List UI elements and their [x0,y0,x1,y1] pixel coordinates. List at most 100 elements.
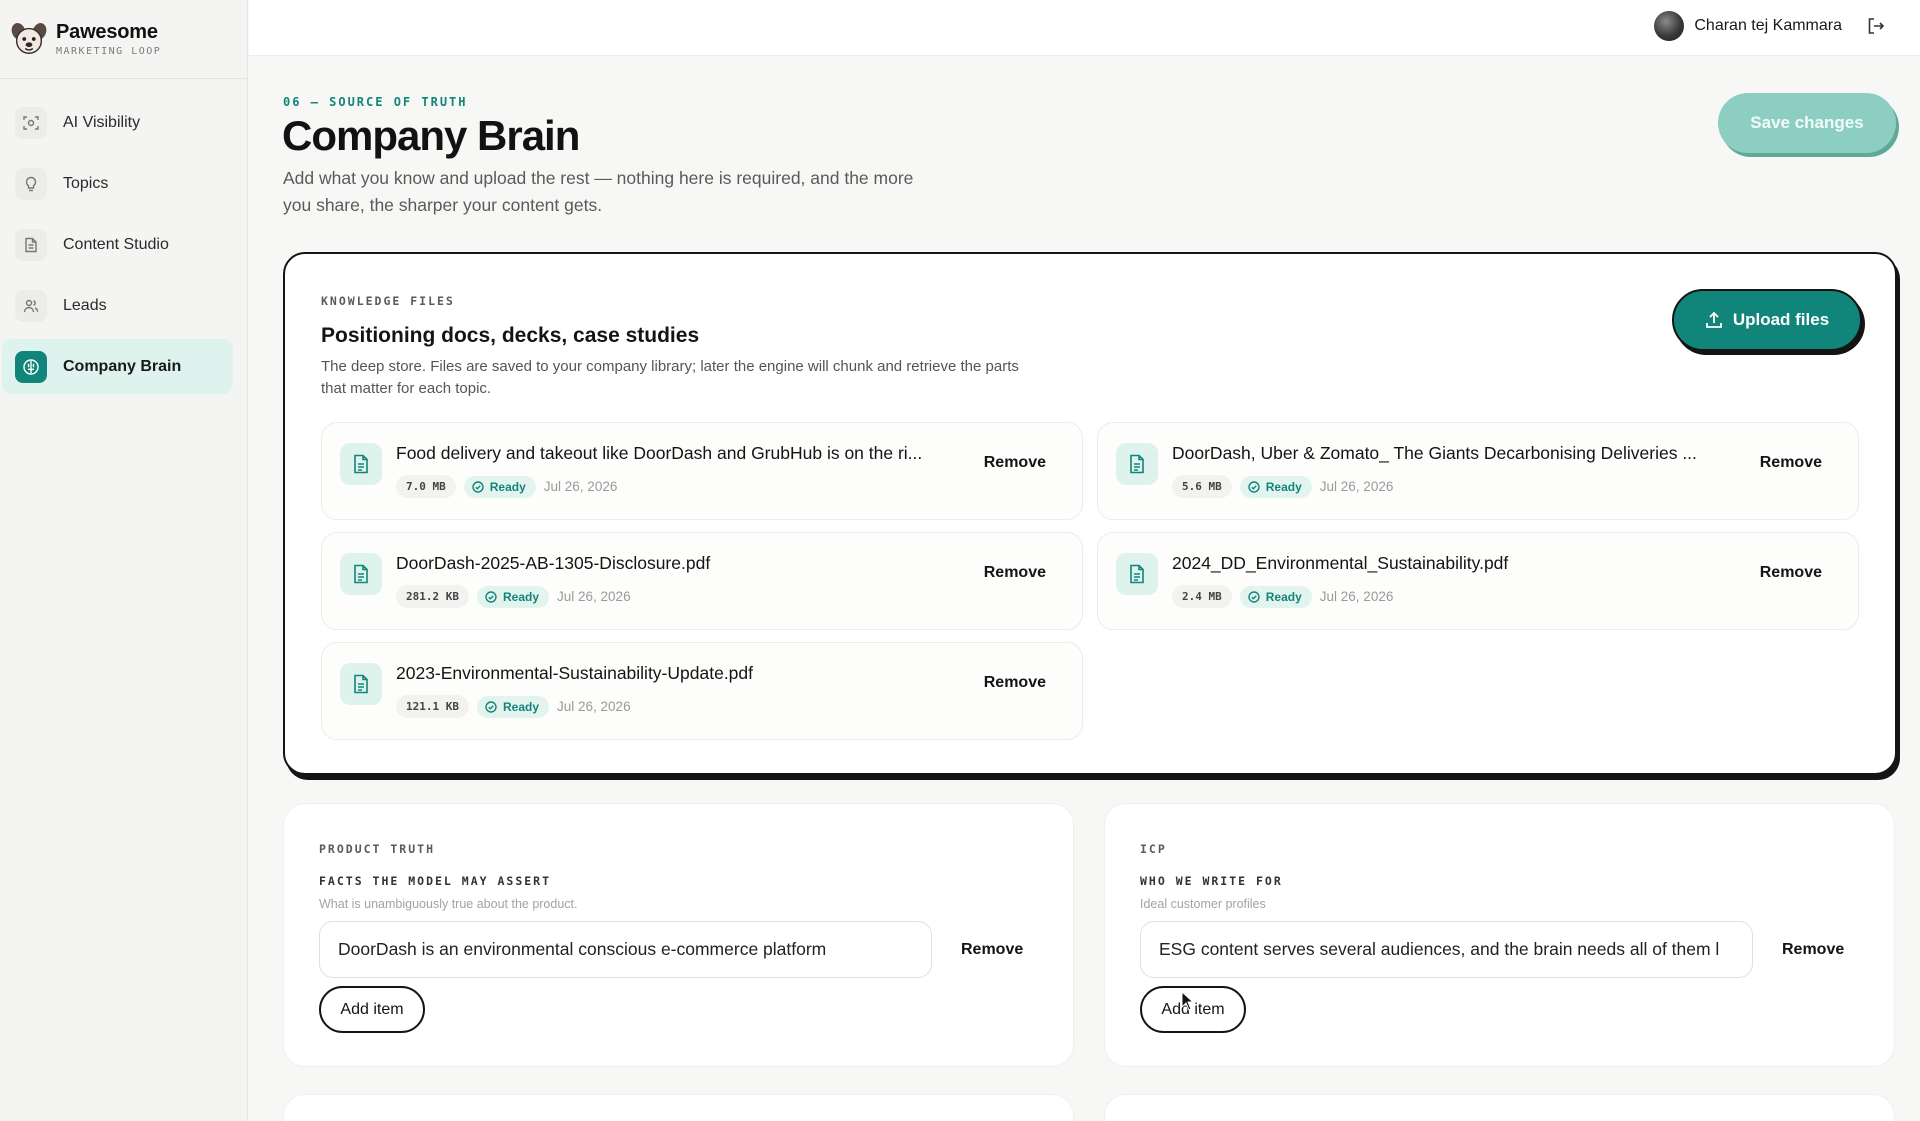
file-icon [340,553,382,595]
sidebar-item-label: Content Studio [63,235,169,253]
mouse-cursor-icon [1181,991,1195,1011]
remove-file-button[interactable]: Remove [984,674,1046,692]
brand-name: Pawesome [56,21,158,43]
page-eyebrow: 06 — SOURCE OF TRUTH [283,95,468,109]
file-size: 2.4 MB [1172,585,1232,608]
check-circle-icon [1248,590,1260,603]
section-eyebrow: PRODUCT TRUTH [319,842,436,856]
file-date: Jul 26, 2026 [557,589,631,604]
file-meta: 5.6 MB Ready Jul 26, 2026 [1172,475,1393,498]
file-meta: 2.4 MB Ready Jul 26, 2026 [1172,585,1393,608]
icp-input[interactable] [1140,921,1753,978]
product-truth-card: PRODUCT TRUTH FACTS THE MODEL MAY ASSERT… [283,803,1074,1067]
users-icon [15,289,47,322]
status-label: Ready [489,479,526,494]
file-item: 2023-Environmental-Sustainability-Update… [321,642,1083,740]
file-icon [1116,553,1158,595]
sidebar-item-topics[interactable]: Topics [2,156,233,211]
document-icon [15,228,47,261]
sidebar-nav: AI Visibility Topics Content Studio Lead… [0,79,247,394]
status-badge: Ready [1239,585,1312,608]
status-badge: Ready [1239,475,1312,498]
status-badge: Ready [476,695,550,718]
logout-icon[interactable] [1866,16,1886,36]
section-eyebrow: ICP [1140,842,1167,856]
page-description: Add what you know and upload the rest — … [283,168,914,215]
brand[interactable]: Pawesome MARKETING LOOP [0,0,247,79]
file-date: Jul 26, 2026 [1319,479,1394,494]
avatar[interactable] [1654,11,1685,41]
remove-file-button[interactable]: Remove [1760,564,1822,582]
sidebar-item-company-brain[interactable]: Company Brain [2,339,233,394]
user-name: Charan tej Kammara [1694,17,1842,34]
sidebar-item-content-studio[interactable]: Content Studio [2,217,233,272]
check-circle-icon [1248,480,1260,493]
status-badge: Ready [463,475,536,498]
file-name: Food delivery and takeout like DoorDash … [396,443,923,463]
next-card [1104,1094,1895,1121]
file-size: 281.2 KB [396,585,469,608]
sidebar: Pawesome MARKETING LOOP AI Visibility To… [0,0,248,1121]
file-meta: 281.2 KB Ready Jul 26, 2026 [396,585,631,608]
sidebar-item-leads[interactable]: Leads [2,278,233,333]
brand-subtitle: MARKETING LOOP [56,46,162,57]
file-item: DoorDash, Uber & Zomato_ The Giants Deca… [1097,422,1859,520]
file-icon [1116,443,1158,485]
section-hint: Ideal customer profiles [1140,897,1266,911]
remove-file-button[interactable]: Remove [984,564,1046,582]
remove-file-button[interactable]: Remove [984,454,1046,472]
scan-icon [15,106,47,139]
section-title: Positioning docs, decks, case studies [321,324,700,347]
status-label: Ready [502,699,540,714]
status-badge: Ready [476,585,550,608]
dog-logo-icon [11,23,47,54]
file-size: 7.0 MB [396,475,456,498]
page-title: Company Brain [282,112,580,159]
section-eyebrow: KNOWLEDGE FILES [321,294,455,308]
file-meta: 7.0 MB Ready Jul 26, 2026 [396,475,617,498]
sidebar-item-label: Company Brain [63,357,182,375]
product-truth-input[interactable] [319,921,932,978]
save-changes-button[interactable]: Save changes [1718,93,1896,153]
user-menu[interactable]: Charan tej Kammara [1654,11,1886,41]
section-subtitle: FACTS THE MODEL MAY ASSERT [319,874,552,888]
lightbulb-icon [15,167,47,200]
remove-item-button[interactable]: Remove [961,941,1023,959]
brain-icon [15,350,47,383]
file-item: 2024_DD_Environmental_Sustainability.pdf… [1097,532,1859,630]
status-label: Ready [1265,589,1302,604]
file-name: DoorDash, Uber & Zomato_ The Giants Deca… [1172,443,1697,463]
file-name: 2024_DD_Environmental_Sustainability.pdf [1172,553,1509,573]
sidebar-item-ai-visibility[interactable]: AI Visibility [2,95,233,150]
status-label: Ready [502,589,540,604]
file-meta: 121.1 KB Ready Jul 26, 2026 [396,695,631,718]
next-card [283,1094,1074,1121]
file-size: 5.6 MB [1172,475,1232,498]
section-hint: What is unambiguously true about the pro… [319,897,578,911]
sidebar-item-label: Topics [63,174,109,192]
add-item-button[interactable]: Add item [319,986,425,1033]
section-description: The deep store. Files are saved to your … [321,358,1019,397]
file-date: Jul 26, 2026 [557,699,631,714]
remove-item-button[interactable]: Remove [1782,941,1844,959]
file-item: DoorDash-2025-AB-1305-Disclosure.pdf 281… [321,532,1083,630]
topbar: Charan tej Kammara [249,0,1920,56]
check-circle-icon [485,700,497,713]
sidebar-item-label: AI Visibility [63,113,141,131]
remove-file-button[interactable]: Remove [1760,454,1822,472]
check-circle-icon [485,590,497,603]
check-circle-icon [472,480,484,493]
file-date: Jul 26, 2026 [1319,589,1394,604]
file-icon [340,443,382,485]
file-date: Jul 26, 2026 [543,479,618,494]
file-icon [340,663,382,705]
knowledge-files-card: KNOWLEDGE FILES Positioning docs, decks,… [283,252,1897,775]
upload-files-button[interactable]: Upload files [1672,289,1862,351]
file-item: Food delivery and takeout like DoorDash … [321,422,1083,520]
icp-card: ICP WHO WE WRITE FOR Ideal customer prof… [1104,803,1895,1067]
status-label: Ready [1265,479,1302,494]
sidebar-item-label: Leads [63,296,107,314]
section-subtitle: WHO WE WRITE FOR [1140,874,1283,888]
upload-icon [1705,311,1722,328]
file-name: DoorDash-2025-AB-1305-Disclosure.pdf [396,553,711,573]
